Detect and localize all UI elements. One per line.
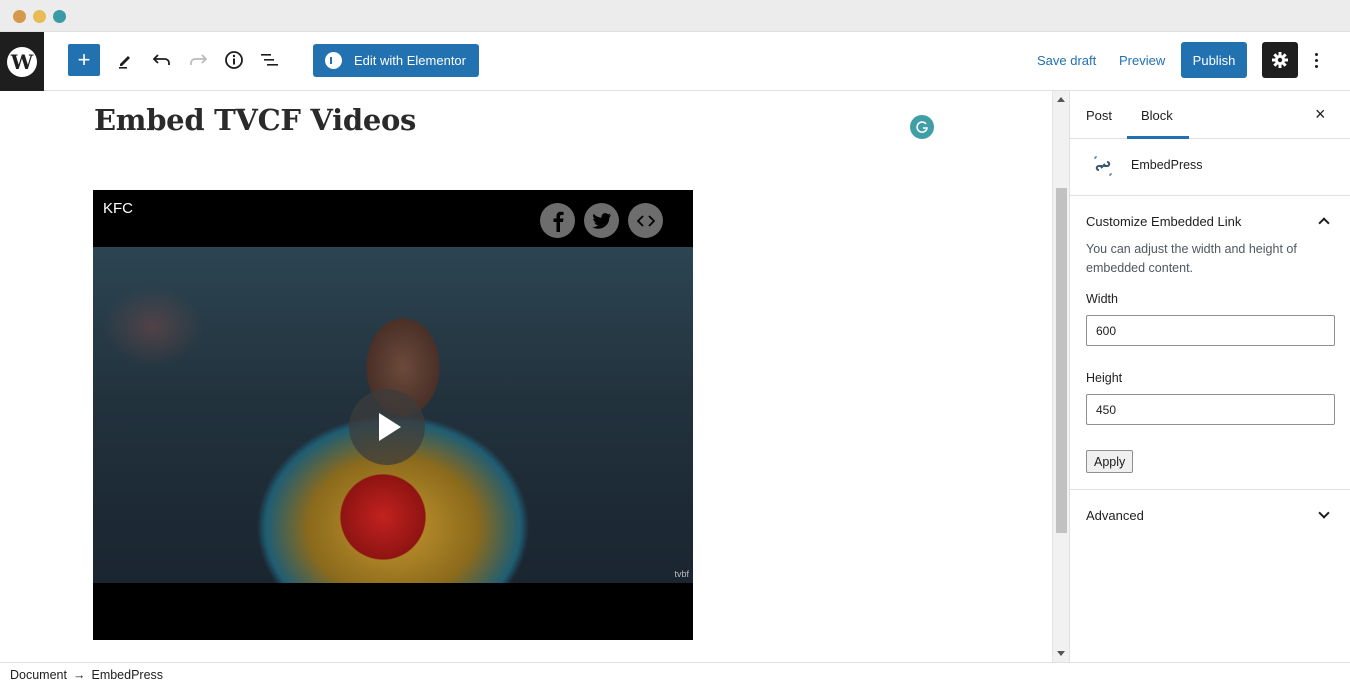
video-watermark: tvbf bbox=[674, 569, 689, 579]
block-name: EmbedPress bbox=[1131, 158, 1203, 172]
editor-canvas: Embed TVCF Videos KFC tvbf bbox=[0, 91, 1052, 662]
grammarly-icon[interactable] bbox=[910, 115, 934, 139]
customize-panel-toggle[interactable]: Customize Embedded Link bbox=[1086, 196, 1334, 246]
wordpress-logo-icon: W bbox=[7, 46, 37, 77]
height-input[interactable] bbox=[1086, 394, 1335, 425]
tab-post[interactable]: Post bbox=[1086, 108, 1112, 123]
advanced-panel: Advanced bbox=[1070, 490, 1350, 540]
video-title: KFC bbox=[103, 200, 133, 217]
save-draft-button[interactable]: Save draft bbox=[1037, 53, 1096, 68]
elementor-icon bbox=[325, 52, 342, 69]
undo-icon[interactable] bbox=[148, 46, 176, 74]
info-icon[interactable] bbox=[220, 46, 248, 74]
close-sidebar-button[interactable]: × bbox=[1315, 104, 1326, 125]
play-icon bbox=[379, 413, 401, 441]
twitter-icon[interactable] bbox=[584, 203, 619, 238]
scrollbar-thumb[interactable] bbox=[1056, 188, 1067, 533]
edit-with-elementor-label: Edit with Elementor bbox=[354, 53, 466, 68]
preview-button[interactable]: Preview bbox=[1119, 53, 1165, 68]
embedded-video[interactable]: KFC tvbf bbox=[93, 190, 693, 640]
customize-description: You can adjust the width and height of e… bbox=[1086, 242, 1297, 275]
post-title[interactable]: Embed TVCF Videos bbox=[94, 103, 416, 137]
window-maximize-button[interactable] bbox=[53, 10, 66, 23]
block-breadcrumb: Document → EmbedPress bbox=[0, 662, 1350, 686]
chevron-down-icon bbox=[1318, 507, 1330, 519]
scroll-up-arrow-icon[interactable] bbox=[1057, 97, 1065, 102]
customize-panel: Customize Embedded Link You can adjust t… bbox=[1070, 196, 1350, 490]
list-view-icon[interactable] bbox=[256, 46, 284, 74]
sidebar-tabs: Post Block × bbox=[1070, 91, 1350, 139]
embedpress-icon bbox=[1092, 155, 1114, 177]
window-minimize-button[interactable] bbox=[33, 10, 46, 23]
width-input[interactable] bbox=[1086, 315, 1335, 346]
breadcrumb-document[interactable]: Document bbox=[10, 668, 67, 682]
scroll-down-arrow-icon[interactable] bbox=[1057, 651, 1065, 656]
advanced-panel-toggle[interactable]: Advanced bbox=[1086, 490, 1334, 540]
height-label: Height bbox=[1086, 371, 1123, 385]
chevron-up-icon bbox=[1318, 217, 1330, 229]
advanced-panel-title: Advanced bbox=[1086, 507, 1144, 523]
video-thumbnail[interactable]: tvbf bbox=[93, 247, 693, 583]
breadcrumb-separator: → bbox=[72, 667, 86, 682]
embed-code-icon[interactable] bbox=[628, 203, 663, 238]
settings-button[interactable] bbox=[1262, 42, 1298, 78]
tab-block[interactable]: Block bbox=[1141, 108, 1173, 123]
more-options-button[interactable] bbox=[1306, 46, 1326, 74]
settings-sidebar: Post Block × EmbedPress Customize Embedd… bbox=[1069, 91, 1350, 662]
window-close-button[interactable] bbox=[13, 10, 26, 23]
window-titlebar bbox=[0, 0, 1350, 32]
play-button[interactable] bbox=[349, 389, 425, 465]
pencil-icon[interactable] bbox=[111, 46, 139, 74]
wordpress-logo-button[interactable]: W bbox=[0, 32, 44, 91]
customize-panel-title: Customize Embedded Link bbox=[1086, 213, 1242, 229]
facebook-icon[interactable] bbox=[540, 203, 575, 238]
editor-scrollbar[interactable] bbox=[1052, 91, 1069, 662]
width-label: Width bbox=[1086, 292, 1118, 306]
redo-icon[interactable] bbox=[184, 46, 212, 74]
add-block-button[interactable]: + bbox=[68, 44, 100, 76]
edit-with-elementor-button[interactable]: Edit with Elementor bbox=[313, 44, 479, 77]
editor-toolbar: W + Edit with Elementor Save draft Previ… bbox=[0, 32, 1350, 91]
publish-button[interactable]: Publish bbox=[1181, 42, 1247, 78]
block-card: EmbedPress bbox=[1070, 139, 1350, 196]
apply-button[interactable]: Apply bbox=[1086, 450, 1134, 473]
vertical-ellipsis-icon bbox=[1314, 52, 1318, 56]
gear-icon bbox=[1272, 52, 1288, 68]
breadcrumb-embedpress[interactable]: EmbedPress bbox=[91, 668, 163, 682]
